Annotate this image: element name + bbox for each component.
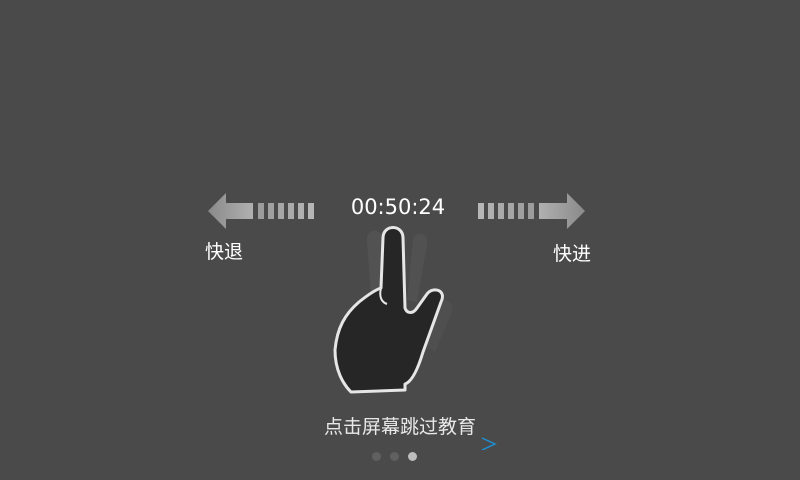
fast-rewind-arrow-icon <box>208 193 314 229</box>
page-dot[interactable] <box>372 451 381 461</box>
two-finger-swipe-hand-icon <box>333 226 453 394</box>
fast-forward-arrow-icon <box>478 193 585 229</box>
skip-tutorial-hint[interactable]: 点击屏幕跳过教育 <box>300 412 500 439</box>
tutorial-overlay-screen[interactable]: 00:50:24 快退 快进 点击屏幕跳过教育 <box>0 0 800 480</box>
page-dot-active[interactable] <box>408 451 417 461</box>
forward-label: 快进 <box>553 243 592 265</box>
page-dot[interactable] <box>390 451 399 461</box>
rewind-label: 快退 <box>205 241 244 263</box>
current-time: 00:50:24 <box>350 195 446 219</box>
page-indicator <box>372 450 428 462</box>
swipe-arrow-icon <box>300 437 497 450</box>
